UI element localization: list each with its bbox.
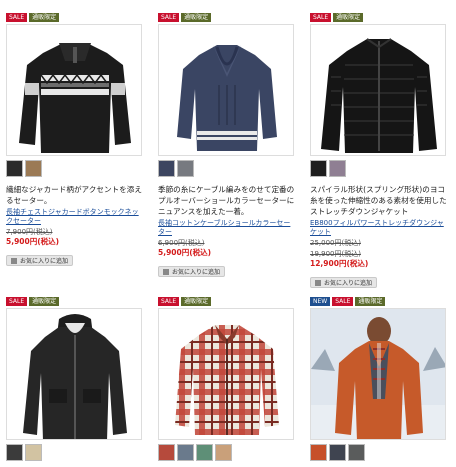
online-limited-badge: 通販限定 xyxy=(29,13,60,22)
color-swatches xyxy=(310,444,448,462)
add-to-favorites-label: お気に入りに追加 xyxy=(20,258,69,265)
product-card: NEW SALE 通販限定 xyxy=(310,297,448,462)
product-image[interactable] xyxy=(310,24,446,156)
color-swatch[interactable] xyxy=(215,444,232,461)
original-price: 7,900円(税込) xyxy=(6,228,53,236)
color-swatch[interactable] xyxy=(196,444,213,461)
product-name-link[interactable]: 長袖コットンケーブルショールカラーセーター xyxy=(158,219,296,237)
color-swatches xyxy=(158,160,296,178)
product-card: SALE 通販限定 スパイラル形状(スプリング形状)のヨコ糸を使った伸縮性のある… xyxy=(310,13,448,288)
color-swatches xyxy=(310,160,448,178)
add-to-favorites-button[interactable]: お気に入りに追加 xyxy=(310,277,378,288)
add-to-favorites-button[interactable]: お気に入りに追加 xyxy=(158,266,226,277)
color-swatches xyxy=(158,444,296,462)
add-to-favorites-label: お気に入りに追加 xyxy=(324,280,373,287)
sale-badge: SALE xyxy=(158,13,180,22)
new-badge: NEW xyxy=(310,297,331,306)
sale-price: 5,900円(税込) xyxy=(158,248,212,257)
sale-price: 5,900円(税込) xyxy=(6,237,60,246)
favorite-icon xyxy=(11,257,17,264)
product-image[interactable] xyxy=(6,24,142,156)
online-limited-badge: 通販限定 xyxy=(181,13,212,22)
color-swatch[interactable] xyxy=(158,160,175,177)
online-limited-badge: 通販限定 xyxy=(29,297,60,306)
badge-row: SALE 通販限定 xyxy=(158,13,296,23)
original-price: 25,000円(税込) xyxy=(310,239,361,247)
original-price: 6,900円(税込) xyxy=(158,239,205,247)
color-swatch[interactable] xyxy=(25,444,42,461)
add-to-favorites-button[interactable]: お気に入りに追加 xyxy=(6,255,74,266)
favorite-icon xyxy=(315,279,321,286)
product-image[interactable] xyxy=(310,308,446,440)
color-swatch[interactable] xyxy=(310,444,327,461)
sale-badge: SALE xyxy=(158,297,180,306)
online-limited-badge: 通販限定 xyxy=(181,297,212,306)
product-card: SALE 通販限定 季節の糸にケーブル編みをのせて定番のプルオーバーショールカラ… xyxy=(158,13,296,277)
color-swatches xyxy=(6,444,144,462)
product-card: SALE 通販限定 xyxy=(6,297,144,462)
color-swatches xyxy=(6,160,144,178)
sale-price: 12,900円(税込) xyxy=(310,259,369,268)
sale-badge: SALE xyxy=(6,297,28,306)
product-name-link[interactable]: 長袖チェストジャカードボタンモックネックセーター xyxy=(6,208,144,226)
online-limited-badge: 通販限定 xyxy=(355,297,386,306)
badge-row: SALE 通販限定 xyxy=(158,297,296,307)
sale-badge: SALE xyxy=(332,297,354,306)
add-to-favorites-label: お気に入りに追加 xyxy=(172,269,221,276)
badge-row: SALE 通販限定 xyxy=(6,297,144,307)
sale-badge: SALE xyxy=(6,13,28,22)
product-description: 繊細なジャカード柄がアクセントを添えるセーター。 xyxy=(6,185,142,205)
favorite-icon xyxy=(163,268,169,275)
color-swatch[interactable] xyxy=(310,160,327,177)
color-swatch[interactable] xyxy=(329,444,346,461)
color-swatch[interactable] xyxy=(177,160,194,177)
color-swatch[interactable] xyxy=(25,160,42,177)
color-swatch[interactable] xyxy=(348,444,365,461)
product-image[interactable] xyxy=(158,24,294,156)
product-description: 季節の糸にケーブル編みをのせて定番のプルオーバーショールカラーセーターにニュアン… xyxy=(158,185,295,216)
color-swatch[interactable] xyxy=(6,444,23,461)
color-swatch[interactable] xyxy=(177,444,194,461)
badge-row: NEW SALE 通販限定 xyxy=(310,297,448,307)
badge-row: SALE 通販限定 xyxy=(310,13,448,23)
online-limited-badge: 通販限定 xyxy=(333,13,364,22)
product-name-link[interactable]: EB800フィルパワーストレッチダウンジャケット xyxy=(310,219,448,237)
sale-badge: SALE xyxy=(310,13,332,22)
color-swatch[interactable] xyxy=(158,444,175,461)
color-swatch[interactable] xyxy=(6,160,23,177)
product-image[interactable] xyxy=(6,308,142,440)
product-card: SALE 通販限定 繊細なジャカード柄がアクセントを添えるセーター。 長袖チェス… xyxy=(6,13,144,266)
product-description: スパイラル形状(スプリング形状)のヨコ糸を使った伸縮性のある素材を使用したストレ… xyxy=(310,185,447,216)
product-card: SALE 通販限定 xyxy=(158,297,296,462)
color-swatch[interactable] xyxy=(329,160,346,177)
product-image[interactable] xyxy=(158,308,294,440)
previous-price: 19,900円(税込) xyxy=(310,250,361,258)
badge-row: SALE 通販限定 xyxy=(6,13,144,23)
